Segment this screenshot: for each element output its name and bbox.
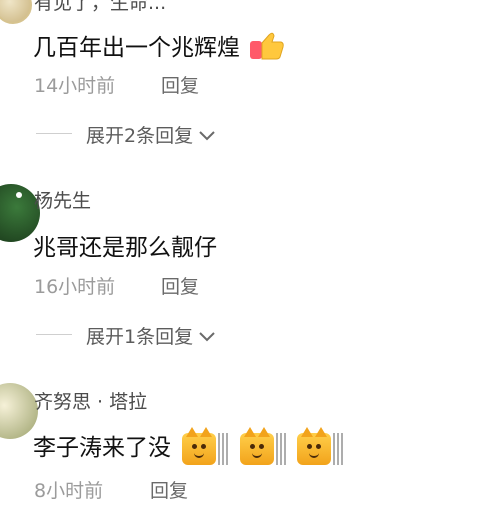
avatar[interactable]	[0, 0, 32, 24]
comment-time: 16小时前	[34, 276, 116, 298]
comment-time: 8小时前	[34, 480, 104, 502]
reply-button[interactable]: 回复	[150, 476, 188, 503]
comment-time: 14小时前	[34, 75, 116, 97]
chevron-down-icon	[199, 325, 215, 347]
comment-username[interactable]: 有见了，生命...	[34, 0, 166, 15]
cat-face-icon	[296, 426, 343, 465]
expand-replies-button[interactable]: 展开2条回复	[86, 121, 215, 148]
cat-face-icon	[182, 426, 229, 465]
expand-replies-button[interactable]: 展开1条回复	[86, 322, 215, 349]
reply-button[interactable]: 回复	[161, 71, 199, 98]
comment-text: 兆哥还是那么靓仔	[33, 235, 217, 261]
cat-face-icon	[239, 426, 286, 465]
chevron-down-icon	[199, 124, 215, 146]
divider	[36, 133, 72, 134]
thumbs-up-icon	[249, 31, 285, 67]
divider	[36, 334, 72, 335]
reply-button[interactable]: 回复	[161, 272, 199, 299]
comment-text: 几百年出一个兆辉煌	[33, 28, 285, 67]
comment-username[interactable]: 齐努思 · 塔拉	[34, 387, 147, 414]
comment-username[interactable]: 杨先生	[34, 186, 91, 213]
comment-text: 李子涛来了没	[33, 426, 343, 465]
